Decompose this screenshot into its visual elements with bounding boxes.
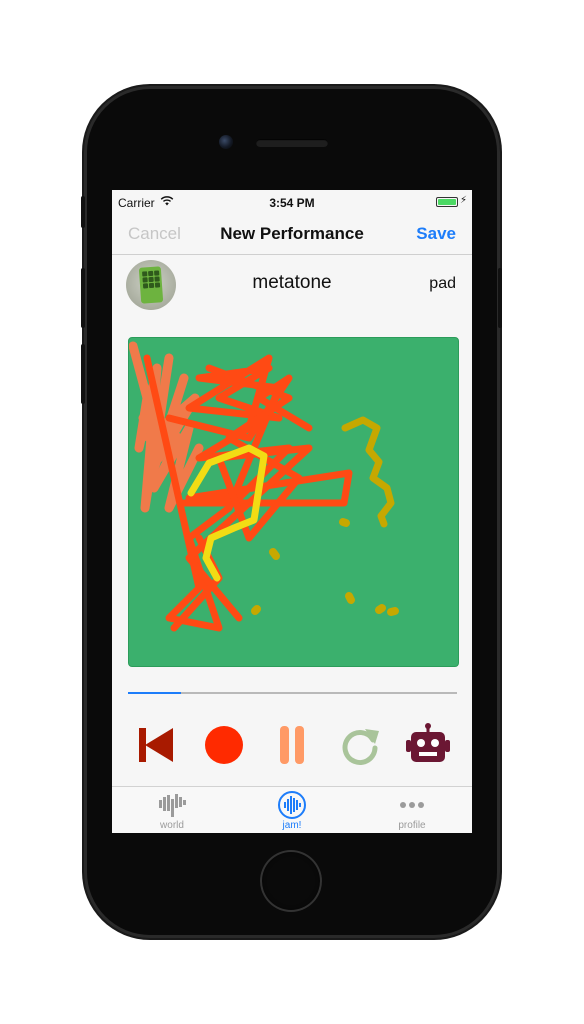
tab-jam[interactable]: jam!	[232, 787, 352, 833]
tab-world[interactable]: world	[112, 787, 232, 833]
charging-icon: ⚡	[459, 195, 467, 206]
front-camera	[219, 135, 233, 149]
pause-icon[interactable]	[269, 722, 315, 768]
save-button[interactable]: Save	[416, 224, 456, 244]
tab-label-profile: profile	[398, 820, 426, 831]
navigation-bar: Cancel New Performance Save	[112, 214, 472, 255]
playback-progress-bar[interactable]	[128, 692, 457, 694]
volume-down-button	[81, 344, 85, 404]
tab-label-world: world	[160, 820, 184, 831]
power-button	[498, 268, 502, 328]
tab-bar: world jam! profile	[112, 786, 472, 833]
world-icon	[159, 794, 186, 817]
playback-progress-fill	[128, 692, 181, 694]
record-icon[interactable]	[201, 722, 247, 768]
olive-dots	[251, 518, 399, 616]
home-button[interactable]	[260, 850, 322, 912]
skip-back-triangle	[145, 728, 173, 762]
skip-back-icon[interactable]	[133, 722, 179, 768]
skip-back-bar	[139, 728, 146, 762]
tab-label-jam: jam!	[282, 820, 302, 831]
volume-up-button	[81, 268, 85, 328]
app-screen: Carrier 3:54 PM ⚡ Cancel New Performance…	[112, 190, 472, 833]
instrument-type[interactable]: pad	[429, 275, 456, 293]
status-time: 3:54 PM	[269, 196, 315, 210]
mute-switch	[81, 196, 85, 228]
robot-icon[interactable]	[405, 722, 451, 768]
replay-icon[interactable]	[337, 722, 383, 768]
tab-profile[interactable]: profile	[352, 787, 472, 833]
drawing-canvas[interactable]	[128, 337, 459, 667]
battery-icon	[436, 197, 458, 207]
instrument-name: metatone	[252, 272, 332, 293]
instrument-header: metatone pad	[112, 255, 472, 315]
drawing-strokes	[129, 341, 399, 632]
jam-icon	[278, 791, 306, 819]
status-bar: Carrier 3:54 PM ⚡	[112, 190, 472, 214]
earpiece-speaker	[256, 139, 328, 147]
transport-controls	[112, 720, 472, 770]
more-icon	[400, 802, 424, 808]
